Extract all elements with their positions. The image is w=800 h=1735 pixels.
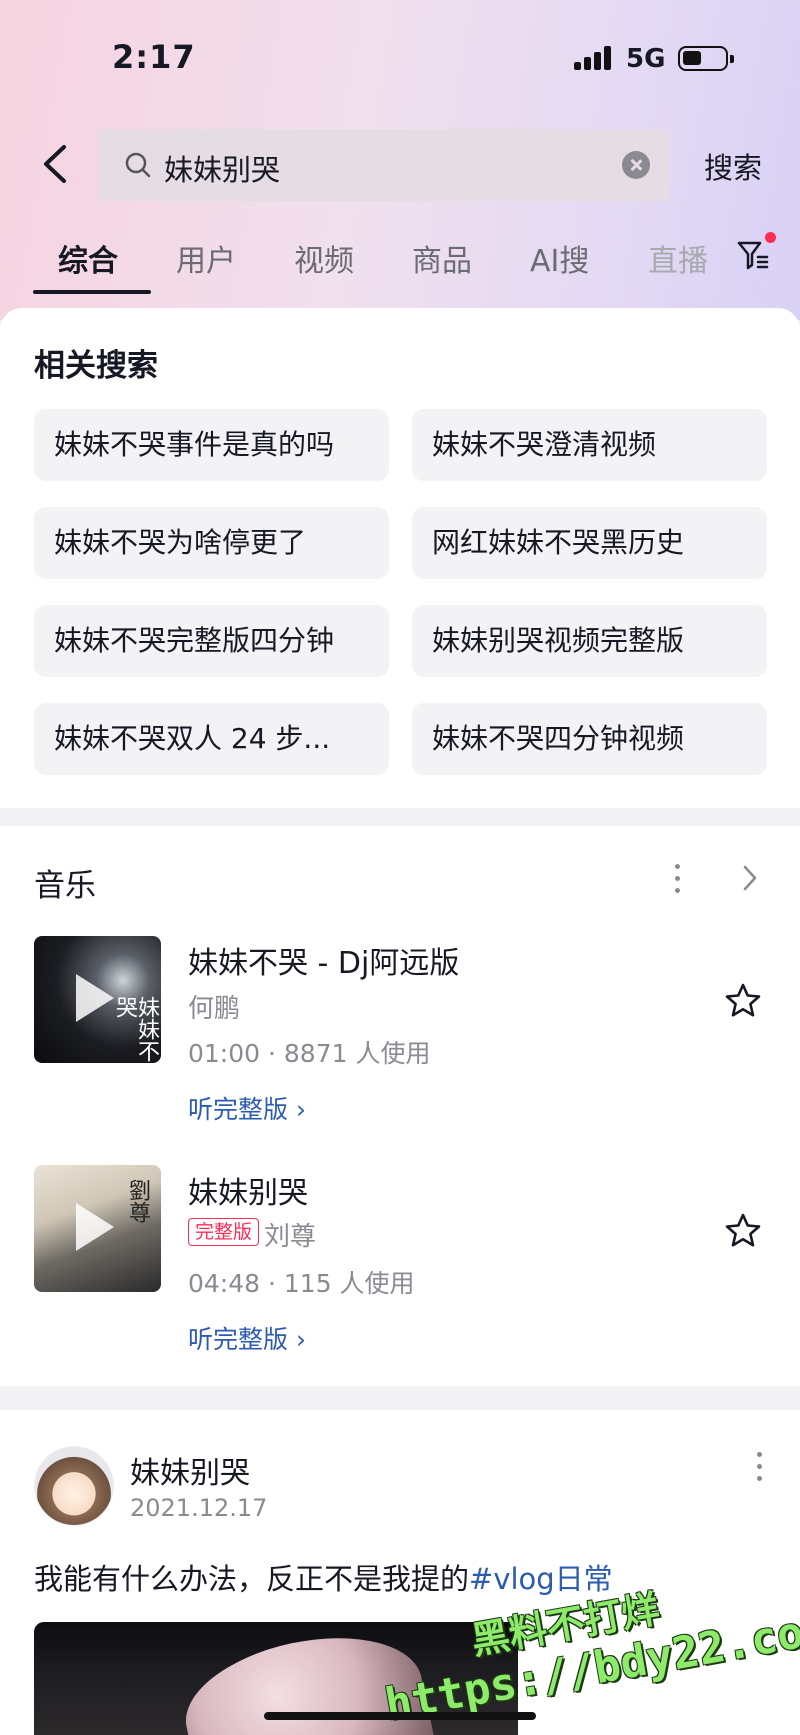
post-date: 2021.12.17 xyxy=(130,1494,268,1522)
post-caption-text: 我能有什么办法，反正不是我提的 xyxy=(34,1562,470,1596)
back-arrow-icon[interactable] xyxy=(36,141,76,187)
related-search-chip[interactable]: 妹妹不哭事件是真的吗 xyxy=(34,409,389,481)
status-bar: 2:17 5G xyxy=(0,0,800,110)
more-options-icon[interactable] xyxy=(754,1450,764,1484)
tab-general[interactable]: 综合 xyxy=(58,236,118,280)
search-input[interactable]: 妹妹别哭 xyxy=(98,129,670,201)
signal-icon xyxy=(574,44,612,70)
chevron-right-icon[interactable] xyxy=(742,864,758,892)
search-row: 妹妹别哭 搜索 xyxy=(0,125,800,203)
battery-icon xyxy=(678,46,734,71)
avatar[interactable] xyxy=(34,1446,114,1526)
related-search-chip[interactable]: 妹妹不哭四分钟视频 xyxy=(412,703,767,775)
search-button[interactable]: 搜索 xyxy=(704,145,762,187)
cover-title-text: 妹妹不哭 xyxy=(112,996,159,1062)
tab-ai-search[interactable]: AI搜 xyxy=(530,236,589,280)
song-cover[interactable]: 妹妹不哭 xyxy=(34,936,161,1063)
song-cover[interactable]: 劉尊 xyxy=(34,1165,161,1292)
play-icon xyxy=(76,1203,114,1251)
filter-button[interactable] xyxy=(736,232,776,272)
favorite-star-icon[interactable] xyxy=(724,1212,762,1250)
more-options-icon[interactable] xyxy=(672,862,682,896)
related-search-chip[interactable]: 妹妹别哭视频完整版 xyxy=(412,605,767,677)
related-search-chip[interactable]: 妹妹不哭为啥停更了 xyxy=(34,507,389,579)
notification-dot xyxy=(765,232,776,243)
music-section-title: 音乐 xyxy=(34,868,96,904)
active-tab-indicator xyxy=(33,290,151,294)
song-artist: 刘尊 xyxy=(264,1222,317,1252)
listen-full-link[interactable]: 听完整版 › xyxy=(188,1320,306,1356)
song-meta: 01:00 · 8871 人使用 xyxy=(188,1039,431,1068)
related-search-chip[interactable]: 妹妹不哭完整版四分钟 xyxy=(34,605,389,677)
filter-icon xyxy=(737,241,769,270)
play-icon xyxy=(76,974,114,1022)
search-icon xyxy=(125,152,151,178)
related-search-chip[interactable]: 网红妹妹不哭黑历史 xyxy=(412,507,767,579)
favorite-star-icon[interactable] xyxy=(724,982,762,1020)
clear-icon[interactable] xyxy=(622,151,650,179)
network-type: 5G xyxy=(626,44,666,74)
result-tabs: 综合 用户 视频 商品 AI搜 直播 xyxy=(0,228,800,298)
song-title[interactable]: 妹妹不哭 - Dj阿远版 xyxy=(188,938,459,982)
status-time: 2:17 xyxy=(112,38,196,76)
tab-users[interactable]: 用户 xyxy=(176,236,236,280)
song-title[interactable]: 妹妹别哭 xyxy=(188,1168,308,1212)
tab-videos[interactable]: 视频 xyxy=(294,236,354,280)
hashtag-link[interactable]: #vlog日常 xyxy=(469,1562,613,1596)
search-query-text: 妹妹别哭 xyxy=(164,153,281,187)
post-author[interactable]: 妹妹别哭 xyxy=(130,1448,250,1492)
related-search-title: 相关搜索 xyxy=(34,348,158,384)
cover-title-text: 劉尊 xyxy=(125,1179,150,1223)
related-search-chip[interactable]: 妹妹不哭澄清视频 xyxy=(412,409,767,481)
tab-products[interactable]: 商品 xyxy=(412,236,472,280)
listen-full-link[interactable]: 听完整版 › xyxy=(188,1090,306,1126)
music-card xyxy=(0,826,800,1386)
post-caption: 我能有什么办法，反正不是我提的#vlog日常 xyxy=(34,1556,613,1598)
tab-live[interactable]: 直播 xyxy=(648,236,708,280)
related-search-chip[interactable]: 妹妹不哭双人 24 步... xyxy=(34,703,389,775)
song-artist: 何鹏 xyxy=(188,994,241,1024)
full-version-badge: 完整版 xyxy=(188,1218,260,1246)
home-indicator[interactable] xyxy=(264,1712,536,1720)
song-meta: 04:48 · 115 人使用 xyxy=(188,1269,415,1298)
